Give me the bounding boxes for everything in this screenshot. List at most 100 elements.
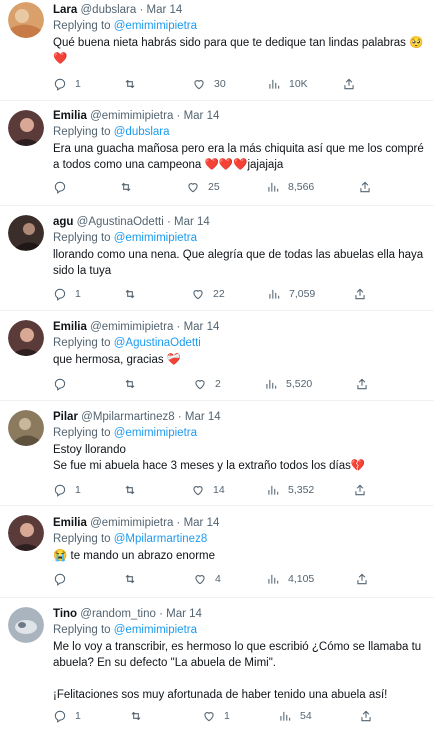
author-handle[interactable]: @Mpilarmartinez8 — [81, 411, 174, 423]
retweet-button[interactable] — [123, 571, 145, 587]
author-handle[interactable]: @emimimipietra — [90, 110, 173, 122]
tweet-date[interactable]: Mar 14 — [174, 216, 210, 228]
replying-to-mention[interactable]: @Mpilarmartinez8 — [114, 533, 207, 545]
author-name[interactable]: Lara — [53, 4, 77, 16]
tweet-date[interactable]: Mar 14 — [166, 608, 202, 620]
views-count: 4,105 — [288, 573, 315, 585]
reply-tweet-emilia[interactable]: Emilia @emimimipietra · Mar 14 Replying … — [0, 311, 434, 401]
reply-button[interactable] — [53, 571, 75, 587]
avatar[interactable] — [8, 607, 44, 643]
retweet-button[interactable] — [123, 376, 145, 392]
reply-count: 1 — [75, 710, 81, 722]
retweet-icon — [125, 574, 135, 584]
reply-tweet-tino[interactable]: Tino @random_tino · Mar 14 Replying to @… — [0, 598, 434, 731]
views-button[interactable]: 7,059 — [267, 286, 315, 302]
retweet-button[interactable] — [123, 286, 145, 302]
views-button[interactable]: 5,352 — [266, 482, 314, 498]
tweet-date[interactable]: Mar 14 — [184, 321, 220, 333]
views-button[interactable]: 54 — [278, 708, 312, 724]
share-button[interactable] — [353, 482, 375, 498]
tweet-date[interactable]: Mar 14 — [185, 411, 221, 423]
replying-to-line: Replying to @emimimipietra — [53, 19, 426, 34]
tweet-actions: 1 30 10K — [53, 76, 426, 92]
replying-to-mention[interactable]: @AgustinaOdetti — [114, 337, 201, 349]
author-name[interactable]: Emilia — [53, 321, 87, 333]
retweet-button[interactable] — [129, 708, 151, 724]
reply-button[interactable]: 1 — [53, 482, 81, 498]
author-handle[interactable]: @emimimipietra — [90, 321, 173, 333]
replying-to-mention[interactable]: @emimimipietra — [114, 427, 197, 439]
reply-tweet-emilia[interactable]: Emilia @emimimipietra · Mar 14 Replying … — [0, 101, 434, 206]
reply-tweet-agu[interactable]: agu @AgustinaOdetti · Mar 14 Replying to… — [0, 206, 434, 311]
retweet-icon — [125, 289, 135, 299]
share-icon — [357, 378, 367, 390]
views-count: 8,566 — [288, 181, 315, 193]
replies-feed: Lara @dubslara · Mar 14 Replying to @emi… — [0, 0, 434, 731]
reply-icon — [54, 378, 66, 391]
like-button[interactable]: 25 — [186, 179, 220, 195]
replying-to-mention[interactable]: @emimimipietra — [114, 232, 197, 244]
reply-icon — [54, 181, 66, 194]
reply-button[interactable]: 1 — [53, 708, 81, 724]
views-button[interactable]: 5,520 — [264, 376, 312, 392]
heart-icon — [193, 290, 203, 300]
like-button[interactable]: 30 — [192, 76, 226, 92]
share-button[interactable] — [355, 376, 377, 392]
share-button[interactable] — [358, 179, 380, 195]
like-button[interactable]: 1 — [202, 708, 230, 724]
author-handle[interactable]: @emimimipietra — [90, 517, 173, 529]
retweet-button[interactable] — [119, 179, 141, 195]
share-button[interactable] — [342, 76, 364, 92]
tweet-text: Era una guacha mañosa pero era la más ch… — [53, 143, 427, 171]
tweet-date[interactable]: Mar 14 — [184, 110, 220, 122]
reply-button[interactable] — [53, 179, 75, 195]
like-button[interactable]: 22 — [191, 286, 225, 302]
reply-tweet-lara[interactable]: Lara @dubslara · Mar 14 Replying to @emi… — [0, 0, 434, 101]
reply-tweet-emilia[interactable]: Emilia @emimimipietra · Mar 14 Replying … — [0, 506, 434, 598]
replying-to-mention[interactable]: @emimimipietra — [114, 20, 197, 32]
like-button[interactable]: 4 — [193, 571, 221, 587]
reply-tweet-pilar[interactable]: Pilar @Mpilarmartinez8 · Mar 14 Replying… — [0, 401, 434, 506]
reply-icon — [54, 573, 66, 586]
author-handle[interactable]: @dubslara — [81, 4, 137, 16]
author-name[interactable]: Tino — [53, 608, 77, 620]
reply-button[interactable] — [53, 376, 75, 392]
separator: · — [173, 110, 184, 122]
retweet-button[interactable] — [123, 482, 145, 498]
author-name[interactable]: Pilar — [53, 411, 78, 423]
replying-to-line: Replying to @AgustinaOdetti — [53, 336, 426, 351]
views-icon — [268, 182, 279, 192]
tweet-date[interactable]: Mar 14 — [147, 4, 183, 16]
views-button[interactable]: 8,566 — [266, 179, 314, 195]
author-name[interactable]: Emilia — [53, 517, 87, 529]
replying-to-mention[interactable]: @dubslara — [114, 126, 170, 138]
separator: · — [155, 608, 167, 620]
replying-to-line: Replying to @emimimipietra — [53, 623, 426, 638]
views-button[interactable]: 10K — [267, 76, 308, 92]
reply-button[interactable]: 1 — [53, 76, 81, 92]
avatar[interactable] — [8, 320, 44, 356]
like-button[interactable]: 14 — [191, 482, 225, 498]
avatar[interactable] — [8, 410, 44, 446]
reply-count: 1 — [75, 78, 81, 90]
views-count: 7,059 — [289, 288, 316, 300]
author-handle[interactable]: @AgustinaOdetti — [77, 216, 164, 228]
share-button[interactable] — [355, 571, 377, 587]
avatar[interactable] — [8, 215, 44, 251]
reply-button[interactable]: 1 — [53, 286, 81, 302]
views-count: 10K — [289, 78, 308, 90]
share-button[interactable] — [359, 708, 381, 724]
retweet-icon — [125, 379, 135, 389]
avatar[interactable] — [8, 110, 44, 146]
like-button[interactable]: 2 — [193, 376, 221, 392]
share-button[interactable] — [353, 286, 375, 302]
avatar[interactable] — [8, 2, 44, 38]
author-name[interactable]: agu — [53, 216, 73, 228]
author-name[interactable]: Emilia — [53, 110, 87, 122]
retweet-button[interactable] — [123, 76, 145, 92]
author-handle[interactable]: @random_tino — [80, 608, 156, 620]
tweet-date[interactable]: Mar 14 — [184, 517, 220, 529]
avatar[interactable] — [8, 515, 44, 551]
views-button[interactable]: 4,105 — [266, 571, 314, 587]
replying-to-mention[interactable]: @emimimipietra — [114, 624, 197, 636]
